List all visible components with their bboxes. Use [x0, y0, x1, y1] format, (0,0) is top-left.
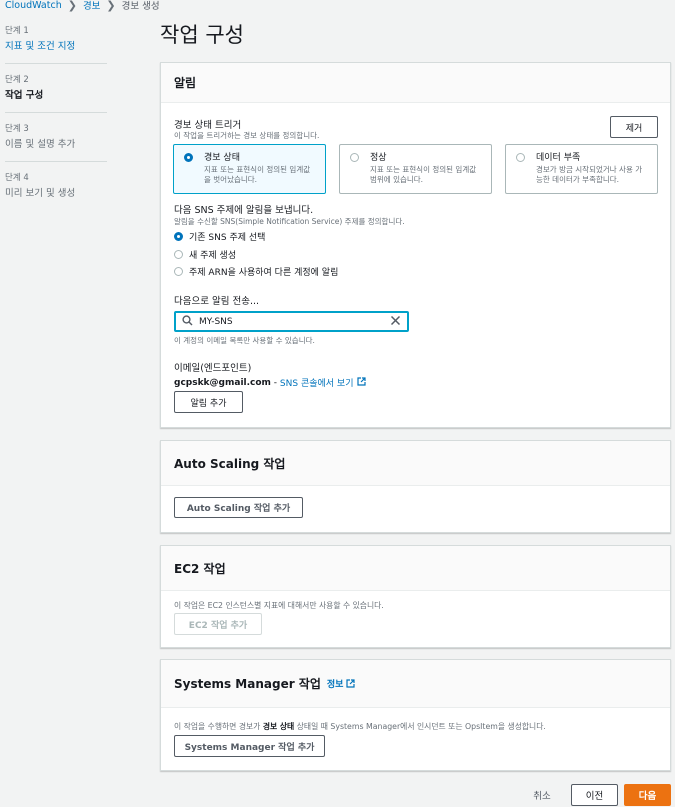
external-link-icon	[346, 679, 356, 688]
add-notification-button[interactable]: 알림 추가	[174, 391, 243, 413]
trigger-label: 경보 상태 트리거	[174, 120, 242, 131]
option-label: 새 주제 생성	[189, 251, 237, 261]
external-link-icon	[357, 376, 367, 389]
search-icon	[182, 314, 193, 329]
cancel-button[interactable]: 취소	[522, 784, 562, 806]
breadcrumb-alarms[interactable]: 경보	[83, 0, 100, 12]
radio-button[interactable]	[174, 267, 183, 276]
step-title: 미리 보기 및 생성	[5, 188, 76, 199]
remove-button[interactable]: 제거	[610, 116, 658, 138]
breadcrumb: CloudWatch ❯ 경보 ❯ 경보 생성	[5, 0, 160, 12]
chevron-right-icon: ❯	[67, 0, 77, 12]
option-label: 주제 ARN을 사용하여 다른 계정에 알림	[189, 268, 339, 278]
email-value: gcpskk@gmail.com	[174, 377, 271, 388]
search-hint: 이 계정의 이메일 목록만 사용할 수 있습니다.	[174, 336, 315, 345]
trigger-tile-ok[interactable]: 정상 지표 또는 표현식이 정의된 임계값 범위에 있습니다.	[339, 144, 492, 194]
send-to-label: 다음으로 알림 전송...	[174, 296, 260, 307]
radio-button[interactable]	[184, 153, 193, 162]
option-label: 기존 SNS 주제 선택	[189, 233, 266, 243]
step-label: 단계 2	[5, 75, 29, 85]
wizard-step-1: 단계 1 지표 및 조건 지정	[5, 24, 107, 52]
desc-bold: 경보 상태	[262, 722, 295, 731]
desc-text: 이 작업을 수행하면 경보가	[174, 722, 263, 731]
info-link[interactable]: 정보	[327, 677, 344, 690]
ssm-description: 이 작업을 수행하면 경보가 경보 상태 상태일 때 Systems Manag…	[174, 721, 546, 732]
wizard-step-4: 단계 4 미리 보기 및 생성	[5, 171, 107, 199]
previous-button[interactable]: 이전	[571, 784, 618, 806]
step-label: 단계 4	[5, 173, 29, 183]
divider	[5, 112, 107, 113]
step-title: 이름 및 설명 추가	[5, 139, 76, 150]
divider	[5, 63, 107, 64]
desc-text: 상태일 때 Systems Manager에서 인시던트 또는 OpsItem을…	[294, 722, 546, 731]
email-separator: -	[270, 377, 280, 388]
panel-header: Systems Manager 작업 정보	[161, 660, 670, 708]
page-title: 작업 구성	[160, 23, 244, 47]
sns-option-existing[interactable]: 기존 SNS 주제 선택	[174, 230, 265, 243]
autoscaling-panel: Auto Scaling 작업	[160, 440, 671, 533]
trigger-tile-alarm[interactable]: 경보 상태 지표 또는 표현식이 정의된 임계값을 벗어났습니다.	[173, 144, 326, 194]
clear-icon[interactable]	[390, 315, 401, 329]
tile-description: 경보가 방금 시작되었거나 사용 가능한 데이터가 부족합니다.	[536, 165, 643, 184]
tile-title: 정상	[370, 153, 387, 163]
email-row: gcpskk@gmail.com - SNS 콘솔에서 보기	[174, 376, 367, 389]
panel-title: Systems Manager 작업	[174, 677, 321, 691]
panel-header: Auto Scaling 작업	[161, 441, 670, 486]
radio-button[interactable]	[174, 250, 183, 259]
sns-description: 알림을 수신할 SNS(Simple Notification Service)…	[174, 217, 405, 226]
step-title-link[interactable]: 지표 및 조건 지정	[5, 38, 107, 52]
radio-button[interactable]	[174, 232, 183, 241]
panel-header: 알림	[161, 63, 670, 103]
step-label: 단계 3	[5, 124, 29, 134]
breadcrumb-cloudwatch[interactable]: CloudWatch	[5, 0, 62, 11]
add-autoscaling-action-button[interactable]: Auto Scaling 작업 추가	[174, 497, 303, 518]
breadcrumb-current: 경보 생성	[121, 1, 160, 12]
wizard-step-3: 단계 3 이름 및 설명 추가	[5, 122, 107, 150]
divider	[5, 161, 107, 162]
add-ssm-action-button[interactable]: Systems Manager 작업 추가	[174, 735, 325, 757]
sns-label: 다음 SNS 주제에 알림을 보냅니다.	[174, 205, 314, 216]
step-label: 단계 1	[5, 26, 29, 36]
next-button[interactable]: 다음	[624, 784, 671, 806]
chevron-right-icon: ❯	[106, 0, 116, 12]
wizard-step-2: 단계 2 작업 구성	[5, 73, 107, 101]
add-ec2-action-button[interactable]: EC2 작업 추가	[174, 613, 262, 635]
tile-title: 데이터 부족	[536, 153, 581, 163]
trigger-description: 이 작업을 트리거하는 경보 상태를 정의합니다.	[174, 131, 320, 140]
radio-button[interactable]	[350, 153, 359, 162]
panel-header: EC2 작업	[161, 546, 670, 591]
search-input[interactable]: MY-SNS	[199, 317, 390, 327]
sns-console-link[interactable]: SNS 콘솔에서 보기	[280, 376, 354, 389]
tile-description: 지표 또는 표현식이 정의된 임계값을 벗어났습니다.	[204, 165, 311, 184]
step-title-current: 작업 구성	[5, 90, 44, 101]
tile-title: 경보 상태	[204, 153, 240, 163]
sns-option-arn[interactable]: 주제 ARN을 사용하여 다른 계정에 알림	[174, 265, 338, 278]
tile-description: 지표 또는 표현식이 정의된 임계값 범위에 있습니다.	[370, 165, 477, 184]
sns-topic-search[interactable]: MY-SNS	[174, 311, 409, 332]
email-label: 이메일(엔드포인트)	[174, 363, 252, 374]
ec2-description: 이 작업은 EC2 인스턴스별 지표에 대해서만 사용할 수 있습니다.	[174, 601, 384, 610]
trigger-tile-insufficient[interactable]: 데이터 부족 경보가 방금 시작되었거나 사용 가능한 데이터가 부족합니다.	[505, 144, 658, 194]
sns-option-new[interactable]: 새 주제 생성	[174, 248, 236, 261]
radio-button[interactable]	[516, 153, 525, 162]
